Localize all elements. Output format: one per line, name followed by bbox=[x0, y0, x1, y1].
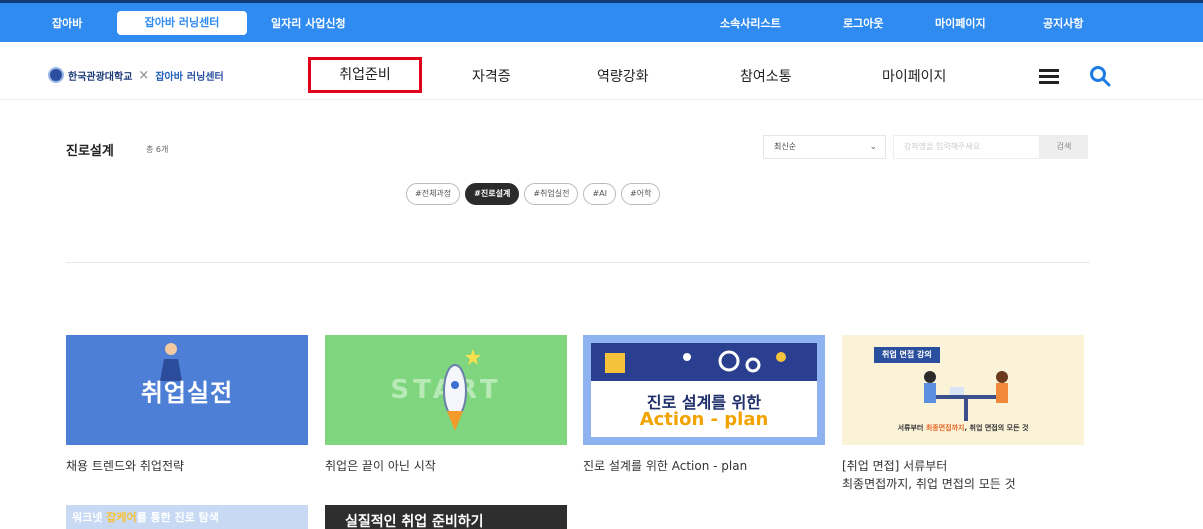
tag-filter-list: #전체과정 #진로설계 #취업실전 #AI #어학 bbox=[406, 183, 661, 205]
logo-separator: × bbox=[138, 67, 150, 83]
course-thumbnail[interactable]: 취업 면접 강의 서류부터 최종면접까지, 취업 면접의 모든 것 bbox=[842, 335, 1084, 445]
course-count: 총 6개 bbox=[146, 145, 169, 154]
topbar-link-notice[interactable]: 공지사항 bbox=[1043, 15, 1083, 31]
gear-banner bbox=[591, 343, 817, 381]
nav-item-mypage[interactable]: 마이페이지 bbox=[882, 66, 946, 86]
tag-all-courses[interactable]: #전체과정 bbox=[406, 183, 461, 205]
sort-select-value: 최신순 bbox=[774, 142, 797, 151]
thumbnail-text-line2: Action - plan bbox=[639, 409, 769, 430]
search-input[interactable]: 강좌명을 입력해주세요 bbox=[893, 135, 1040, 159]
gear-icon bbox=[605, 350, 786, 373]
course-caption-line1: [취업 면접] 서류부터 bbox=[842, 459, 948, 473]
sort-select[interactable]: 최신순 ⌄ bbox=[763, 135, 886, 159]
section-divider bbox=[66, 262, 1090, 263]
topbar-link-learning-center[interactable]: 잡아바 러닝센터 bbox=[117, 11, 247, 35]
thumbnail-text: 취업실전 bbox=[140, 379, 234, 407]
nav-item-competency[interactable]: 역량강화 bbox=[597, 66, 649, 86]
nav-item-certificates[interactable]: 자격증 bbox=[472, 66, 511, 86]
hamburger-menu-icon[interactable] bbox=[1039, 69, 1059, 84]
top-utility-bar: 잡아바 잡아바 러닝센터 일자리 사업신청 소속사리스트 로그아웃 마이페이지 … bbox=[0, 0, 1203, 42]
course-thumbnail[interactable]: 취업실전 bbox=[66, 335, 308, 445]
course-caption[interactable]: 진로 설계를 위한 Action - plan bbox=[583, 457, 825, 475]
tag-language[interactable]: #어학 bbox=[621, 183, 661, 205]
interview-illustration-icon bbox=[924, 371, 1008, 421]
course-thumbnail[interactable]: 실질적인 취업 준비하기 bbox=[325, 505, 567, 529]
topbar-link-jobs-apply[interactable]: 일자리 사업신청 bbox=[271, 15, 346, 31]
site-logo[interactable]: 한국관광대학교 × 잡아바 러닝센터 bbox=[48, 66, 224, 84]
thumbnail-text: 실질적인 취업 준비하기 bbox=[345, 514, 484, 529]
nav-item-job-prep[interactable]: 취업준비 bbox=[308, 57, 422, 93]
search-icon[interactable] bbox=[1088, 64, 1112, 88]
thumbnail-badge: 취업 면접 강의 bbox=[874, 347, 940, 363]
topbar-link-logout[interactable]: 로그아웃 bbox=[843, 15, 883, 31]
tag-job-practice[interactable]: #취업실전 bbox=[524, 183, 579, 205]
course-caption[interactable]: 채용 트렌드와 취업전략 bbox=[66, 457, 308, 475]
logo-college-name: 한국관광대학교 bbox=[68, 71, 133, 83]
course-thumbnail[interactable]: START bbox=[325, 335, 567, 445]
main-nav: 한국관광대학교 × 잡아바 러닝센터 취업준비 자격증 역량강화 참여소통 마이… bbox=[0, 42, 1203, 100]
thumbnail-footer: 서류부터 최종면접까지, 취업 면접의 모든 것 bbox=[897, 424, 1029, 432]
page-title: 진로설계 bbox=[66, 144, 114, 159]
course-card[interactable]: 진로 설계를 위한 Action - plan 진로 설계를 위한 Action… bbox=[583, 335, 825, 475]
topbar-link-mypage[interactable]: 마이페이지 bbox=[935, 15, 986, 31]
college-emblem-icon bbox=[48, 67, 64, 83]
course-thumbnail[interactable]: 진로 설계를 위한 Action - plan bbox=[583, 335, 825, 445]
course-caption[interactable]: [취업 면접] 서류부터 최종면접까지, 취업 면접의 모든 것 bbox=[842, 457, 1084, 493]
course-thumbnail[interactable]: 워크넷 잡케어를 통한 진로 탐색 bbox=[66, 505, 308, 529]
topbar-link-org-list[interactable]: 소속사리스트 bbox=[720, 15, 781, 31]
rocket-illustration-icon bbox=[443, 349, 481, 431]
course-card[interactable]: 취업 면접 강의 서류부터 최종면접까지, 취업 면접의 모든 것 [취업 면접… bbox=[842, 335, 1084, 493]
search-button[interactable]: 검색 bbox=[1040, 135, 1088, 159]
logo-center-name: 러닝센터 bbox=[186, 71, 224, 83]
thumbnail-text: 워크넷 잡케어를 통한 진로 탐색 bbox=[72, 511, 219, 524]
course-card[interactable]: START 취업은 끝이 아닌 시작 bbox=[325, 335, 567, 475]
tag-ai[interactable]: #AI bbox=[583, 183, 617, 205]
course-caption[interactable]: 취업은 끝이 아닌 시작 bbox=[325, 457, 567, 475]
course-caption-line2: 최종면접까지, 취업 면접의 모든 것 bbox=[842, 477, 1016, 491]
nav-item-community[interactable]: 참여소통 bbox=[740, 66, 792, 86]
topbar-link-jobaba[interactable]: 잡아바 bbox=[52, 15, 82, 31]
tag-career-design[interactable]: #진로설계 bbox=[465, 183, 520, 205]
chevron-down-icon: ⌄ bbox=[869, 142, 877, 152]
course-card[interactable]: 취업실전 채용 트렌드와 취업전략 bbox=[66, 335, 308, 475]
logo-center-prefix: 잡아바 bbox=[155, 71, 183, 83]
